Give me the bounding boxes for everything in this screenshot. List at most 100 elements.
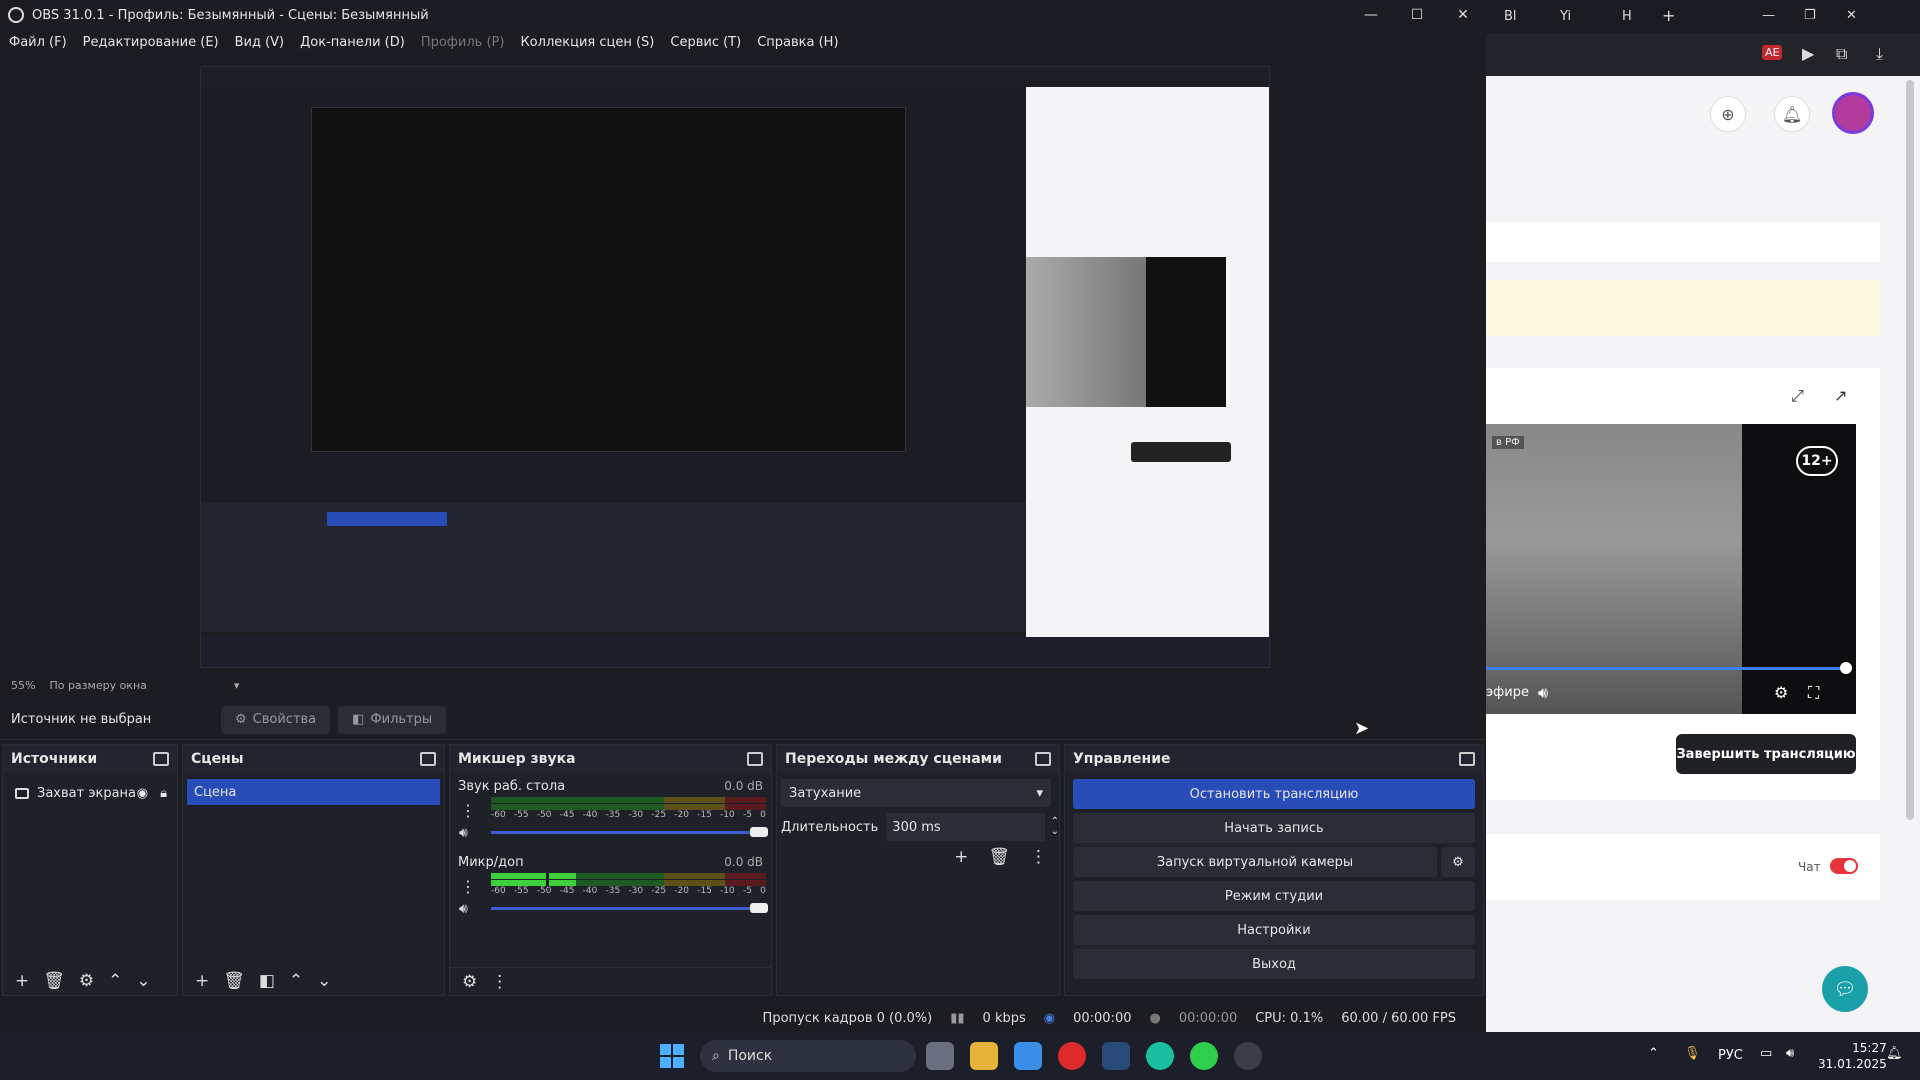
zoom-select[interactable]: По размеру окна ▾ [49, 679, 239, 692]
minimize-button[interactable]: — [1762, 8, 1775, 23]
steam-icon[interactable] [1102, 1042, 1130, 1070]
volume-knob[interactable] [750, 827, 768, 837]
duration-input[interactable]: 300 ms [886, 813, 1045, 841]
menu-tools[interactable]: Сервис (T) [670, 35, 741, 50]
stop-stream-button[interactable]: Остановить трансляцию [1073, 779, 1475, 809]
undock-icon[interactable] [1459, 752, 1475, 766]
trash-icon[interactable]: 🗑︎ [43, 971, 65, 991]
undock-icon[interactable] [747, 752, 763, 766]
avatar[interactable] [1832, 92, 1874, 134]
menu-scene-collection[interactable]: Коллекция сцен (S) [520, 35, 654, 50]
download-icon[interactable]: ⤓ [1876, 44, 1883, 64]
progress-bar[interactable] [1486, 667, 1846, 670]
menu-docks[interactable]: Док-панели (D) [300, 35, 405, 50]
trash-icon[interactable]: 🗑︎ [988, 847, 1010, 867]
chevron-up-icon[interactable]: ⌃ [1648, 1046, 1659, 1061]
add-content-icon[interactable]: ⊕ [1710, 96, 1746, 132]
language-indicator[interactable]: РУС [1718, 1048, 1743, 1063]
restore-button[interactable]: ❐ [1804, 8, 1816, 23]
scrollbar[interactable] [1906, 80, 1914, 820]
menu-view[interactable]: Вид (V) [235, 35, 285, 50]
undock-icon[interactable] [420, 752, 436, 766]
notification-bell-icon[interactable]: 🔔︎ [1886, 1046, 1903, 1061]
store-icon[interactable] [1014, 1042, 1042, 1070]
obs-taskbar-icon[interactable] [1234, 1042, 1262, 1070]
speaker-icon[interactable]: 🔊︎ [459, 825, 468, 841]
virtual-camera-settings-button[interactable]: ⚙ [1441, 847, 1475, 877]
minimize-button[interactable]: — [1348, 0, 1394, 30]
properties-button[interactable]: ⚙ Свойства [221, 705, 331, 734]
eye-icon[interactable]: ◉ [137, 786, 148, 801]
add-icon[interactable]: + [954, 847, 968, 867]
filter-icon[interactable]: ◧ [259, 971, 275, 991]
start-recording-button[interactable]: Начать запись [1073, 813, 1475, 843]
studio-mode-button[interactable]: Режим студии [1073, 881, 1475, 911]
add-icon[interactable]: + [195, 971, 209, 991]
preview-canvas[interactable] [200, 66, 1270, 668]
file-explorer-icon[interactable] [970, 1042, 998, 1070]
network-icon[interactable]: ▭ [1760, 1046, 1772, 1061]
gear-icon[interactable]: ⚙ [1774, 683, 1788, 702]
filters-button[interactable]: ◧ Фильтры [338, 705, 447, 734]
arrow-down-icon[interactable]: ⌄ [317, 971, 331, 991]
arrow-up-icon[interactable]: ⌃ [108, 971, 122, 991]
kebab-menu-icon[interactable]: ⋮ [491, 972, 508, 992]
fullscreen-icon[interactable]: ⛶ [1808, 683, 1819, 703]
trash-icon[interactable]: 🗑︎ [223, 971, 245, 991]
progress-knob[interactable] [1840, 662, 1852, 674]
volume-slider[interactable] [491, 827, 768, 837]
close-button[interactable]: ✕ [1440, 0, 1486, 30]
windows-start-icon[interactable] [660, 1044, 684, 1068]
kebab-menu-icon[interactable]: ⋮ [460, 877, 476, 896]
share-icon[interactable]: ⤢ [1791, 386, 1804, 406]
arrow-up-icon[interactable]: ⌃ [289, 971, 303, 991]
scene-item[interactable]: Сцена [187, 779, 440, 805]
source-item[interactable]: Захват экрана ◉ 🔒︎ [3, 779, 177, 807]
yandex-browser-icon[interactable] [1058, 1042, 1086, 1070]
volume-knob[interactable] [750, 903, 768, 913]
menu-edit[interactable]: Редактирование (E) [83, 35, 219, 50]
task-view-icon[interactable] [926, 1042, 954, 1070]
speaker-icon[interactable]: 🔊︎ [1538, 683, 1548, 703]
browser-tab[interactable]: Yi [1560, 9, 1571, 24]
video-player[interactable]: в РФ 12+ эфире 🔊︎ ⚙ ⛶ [1486, 424, 1856, 714]
speaker-icon[interactable]: 🔊︎ [459, 901, 468, 917]
menu-file[interactable]: Файл (F) [9, 35, 67, 50]
kebab-menu-icon[interactable]: ⋮ [460, 801, 476, 820]
lock-icon[interactable]: 🔒︎ [160, 786, 167, 801]
close-button[interactable]: ✕ [1846, 8, 1857, 23]
chat-help-icon[interactable]: 💬︎ [1822, 966, 1868, 1012]
taskbar-search[interactable]: ⌕ Поиск [700, 1040, 916, 1072]
virtual-camera-button[interactable]: Запуск виртуальной камеры [1073, 847, 1437, 877]
external-link-icon[interactable]: ↗ [1834, 386, 1847, 405]
new-tab-button[interactable]: + [1662, 6, 1675, 25]
add-icon[interactable]: + [15, 971, 29, 991]
menu-profile[interactable]: Профиль (P) [421, 35, 505, 50]
gear-icon[interactable]: ⚙ [462, 972, 477, 992]
bell-icon[interactable]: 🔔︎ [1774, 96, 1810, 132]
extensions-icon[interactable]: ⧉ [1836, 44, 1847, 64]
gear-icon[interactable]: ⚙ [79, 971, 94, 991]
undock-icon[interactable] [1035, 752, 1051, 766]
microphone-icon[interactable]: 🎙︎ [1684, 1046, 1701, 1061]
browser-tab[interactable]: Bl [1504, 9, 1517, 24]
exit-button[interactable]: Выход [1073, 949, 1475, 979]
edge-icon[interactable] [1146, 1042, 1174, 1070]
end-stream-button[interactable]: Завершить трансляцию [1676, 734, 1856, 774]
undock-icon[interactable] [153, 752, 169, 766]
stepper-icon[interactable]: ⌃ ⌄ [1051, 817, 1059, 837]
maximize-button[interactable]: ☐ [1394, 0, 1440, 30]
extension-icon[interactable]: ▶ [1802, 44, 1814, 63]
kebab-menu-icon[interactable]: ⋮ [1030, 847, 1047, 867]
chat-toggle[interactable] [1830, 858, 1858, 874]
settings-button[interactable]: Настройки [1073, 915, 1475, 945]
extension-badge[interactable]: AE [1762, 45, 1783, 60]
volume-slider[interactable] [491, 903, 768, 913]
whatsapp-icon[interactable] [1190, 1042, 1218, 1070]
arrow-down-icon[interactable]: ⌄ [136, 971, 150, 991]
clock[interactable]: 15:27 31.01.2025 [1818, 1040, 1887, 1072]
volume-icon[interactable]: 🔊︎ [1786, 1046, 1794, 1061]
transition-select[interactable]: Затухание ▾ [781, 779, 1051, 807]
browser-tab[interactable]: H [1622, 9, 1632, 24]
menu-help[interactable]: Справка (H) [757, 35, 838, 50]
